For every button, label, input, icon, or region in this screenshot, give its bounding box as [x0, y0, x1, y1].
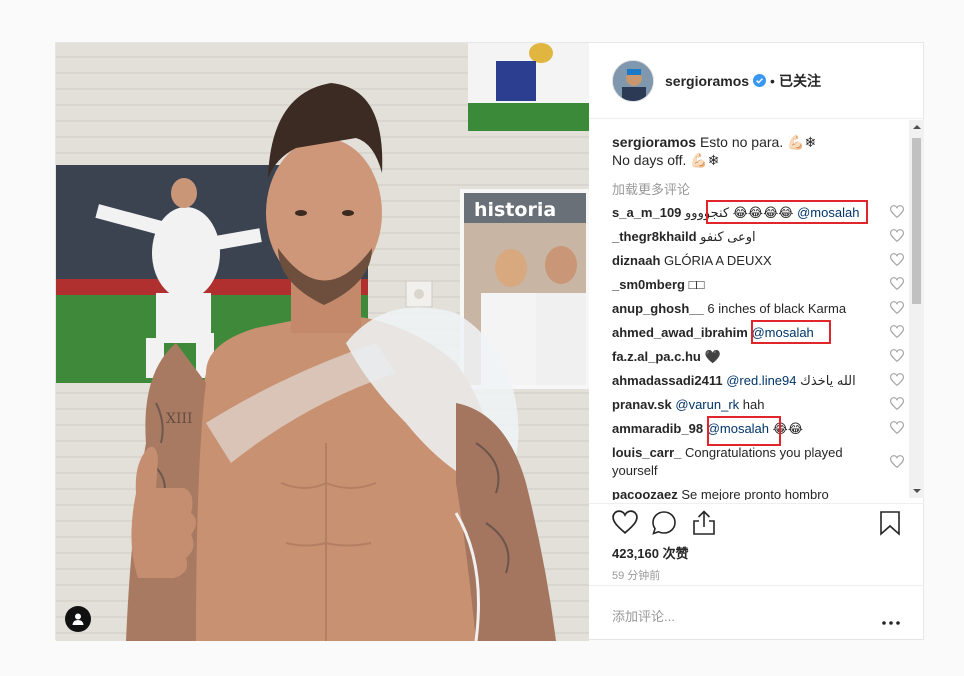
comment-row: pranav.sk @varun_rk hah	[612, 396, 905, 415]
comment-username[interactable]: pranav.sk	[612, 397, 672, 412]
share-icon[interactable]	[692, 510, 716, 541]
svg-text:XIII: XIII	[166, 411, 193, 427]
scrollbar-thumb[interactable]	[912, 138, 921, 304]
comment-text: 🖤	[704, 349, 721, 364]
comment-like-heart-icon[interactable]	[889, 349, 905, 367]
comment-row: diznaah GLÓRIA A DEUXX	[612, 252, 905, 271]
comment-like-heart-icon[interactable]	[889, 253, 905, 271]
comment-username[interactable]: anup_ghosh__	[612, 301, 704, 316]
comment-mention[interactable]: @red.line94	[726, 373, 796, 388]
comment-like-heart-icon[interactable]	[889, 397, 905, 415]
highlight-box	[706, 200, 868, 224]
caption-username[interactable]: sergioramos	[612, 134, 696, 150]
comments-scrollbar[interactable]	[909, 120, 924, 498]
comment-like-heart-icon[interactable]	[889, 229, 905, 247]
comment-text: اوعى كنفو	[700, 229, 756, 244]
comment-like-heart-icon[interactable]	[889, 205, 905, 223]
verified-badge-icon	[753, 74, 767, 87]
comments-list[interactable]: sergioramos Esto no para. 💪🏻❄ No days of…	[589, 120, 924, 500]
comment-text: □□	[688, 277, 705, 292]
comment-text: hah	[742, 397, 765, 412]
comment-text: 6 inches of black Karma	[707, 301, 847, 316]
comment-row: pacoozaez Se mejore pronto hombro	[612, 486, 904, 500]
highlight-box	[707, 416, 781, 446]
comment-row: ahmadassadi2411 @red.line94 الله ياخذك	[612, 372, 905, 391]
user-tag-icon[interactable]	[65, 606, 91, 632]
comment-username[interactable]: _sm0mberg	[612, 277, 685, 292]
bookmark-icon[interactable]	[879, 510, 901, 541]
post-username[interactable]: sergioramos	[665, 73, 749, 89]
comment-username[interactable]: diznaah	[612, 253, 660, 268]
follow-status-button[interactable]: 已关注	[779, 71, 821, 91]
post-photo[interactable]: historia XIII	[56, 43, 589, 641]
comment-like-heart-icon[interactable]	[889, 373, 905, 391]
comment-text: الله ياخذك	[800, 373, 856, 388]
post-time[interactable]: 59 分钟前	[612, 567, 660, 583]
comment-like-heart-icon[interactable]	[889, 325, 905, 343]
comment-text: GLÓRIA A DEUXX	[664, 253, 772, 268]
comment-like-heart-icon[interactable]	[889, 301, 905, 319]
scroll-down-arrow-icon[interactable]	[913, 489, 921, 493]
avatar[interactable]	[612, 59, 654, 102]
comment-username[interactable]: ammaradib_98	[612, 421, 703, 436]
caption-text-line2: No days off. 💪🏻❄	[612, 152, 720, 168]
instagram-post: historia XIII sergioramos • 已关注 sergiora…	[55, 42, 924, 641]
comment-row: fa.z.al_pa.c.hu 🖤	[612, 348, 905, 367]
caption-text: Esto no para. 💪🏻❄	[699, 134, 817, 150]
comment-row: _sm0mberg □□	[612, 276, 905, 295]
likes-count[interactable]: 423,160 次赞	[612, 543, 689, 562]
comment-username[interactable]: pacoozaez	[612, 487, 678, 500]
post-header: sergioramos • 已关注	[589, 43, 924, 119]
comment-username[interactable]: s_a_m_109	[612, 205, 681, 220]
scroll-up-arrow-icon[interactable]	[913, 125, 921, 129]
comment-mention[interactable]: @varun_rk	[675, 397, 739, 412]
comment-username[interactable]: ahmed_awad_ibrahim	[612, 325, 748, 340]
post-sidebar: sergioramos • 已关注 sergioramos Esto no pa…	[589, 43, 924, 641]
separator-dot: •	[770, 72, 775, 89]
ellipsis-icon[interactable]	[882, 612, 900, 630]
comment-username[interactable]: louis_carr_	[612, 445, 681, 460]
heart-outline-icon[interactable]	[612, 510, 638, 539]
caption: sergioramos Esto no para. 💪🏻❄ No days of…	[612, 133, 897, 169]
highlight-box	[751, 320, 831, 344]
comment-username[interactable]: fa.z.al_pa.c.hu	[612, 349, 701, 364]
add-comment-input[interactable]: 添加评论...	[612, 606, 675, 625]
comment-like-heart-icon[interactable]	[889, 455, 905, 473]
comment-like-heart-icon[interactable]	[889, 277, 905, 295]
speech-bubble-icon[interactable]	[651, 510, 677, 541]
comment-row: _thegr8khaild اوعى كنفو	[612, 228, 905, 247]
add-comment-bar: 添加评论...	[589, 585, 924, 641]
comment-username[interactable]: _thegr8khaild	[612, 229, 697, 244]
comment-username[interactable]: ahmadassadi2411	[612, 373, 723, 388]
comment-row: louis_carr_ Congratulations you played y…	[612, 444, 882, 480]
comment-like-heart-icon[interactable]	[889, 421, 905, 439]
poster-text: historia	[474, 199, 556, 221]
load-more-comments-link[interactable]: 加载更多评论	[612, 179, 690, 198]
comment-row: anup_ghosh__ 6 inches of black Karma	[612, 300, 905, 319]
post-actions: 423,160 次赞 59 分钟前	[589, 503, 924, 591]
post-image: historia XIII	[56, 43, 589, 641]
comment-text: Se mejore pronto hombro	[681, 487, 829, 500]
